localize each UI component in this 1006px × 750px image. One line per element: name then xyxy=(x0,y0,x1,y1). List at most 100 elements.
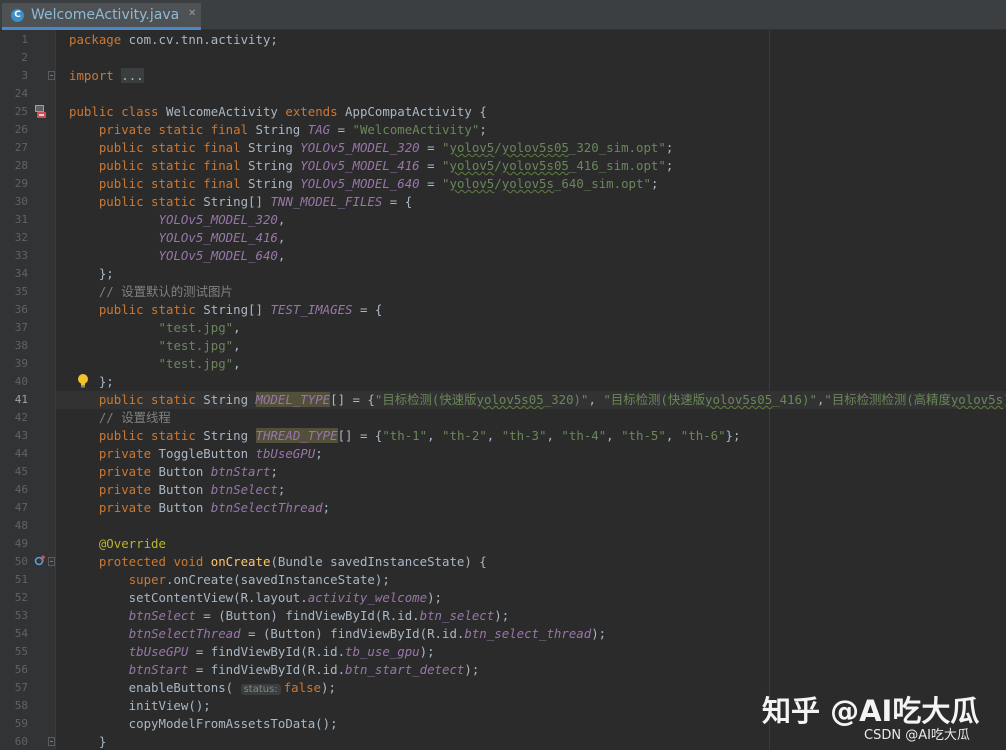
editor-tab-bar: C WelcomeActivity.java ✕ xyxy=(0,0,1006,30)
code-text: tbUseGPU = findViewById(R.id.tb_use_gpu)… xyxy=(128,644,435,659)
line-number: 2 xyxy=(21,51,28,64)
code-line[interactable]: 51 super.onCreate(savedInstanceState); xyxy=(15,571,1006,589)
line-number: 60 xyxy=(14,735,28,748)
line-number: 48 xyxy=(14,519,28,532)
code-text: import ... xyxy=(69,68,144,83)
line-number: 30 xyxy=(14,195,28,208)
code-line[interactable]: 29 public static final String YOLOv5_MOD… xyxy=(15,175,1006,193)
line-number: 27 xyxy=(14,141,28,154)
code-line[interactable]: 43 public static String THREAD_TYPE[] = … xyxy=(15,427,1006,445)
ide-window: C WelcomeActivity.java ✕ 1 package com.cv… xyxy=(0,0,1006,750)
java-class-icon: C xyxy=(11,9,24,22)
line-number-gutter[interactable] xyxy=(0,30,56,750)
code-text: @Override xyxy=(98,536,166,551)
file-tab-welcome-activity[interactable]: C WelcomeActivity.java ✕ xyxy=(2,3,201,30)
code-line[interactable]: 28 public static final String YOLOv5_MOD… xyxy=(15,157,1006,175)
line-number: 47 xyxy=(14,501,28,514)
line-number: 58 xyxy=(14,699,28,712)
line-number: 28 xyxy=(14,159,28,172)
code-text: }; xyxy=(69,266,114,281)
close-tab-icon[interactable]: ✕ xyxy=(188,8,196,19)
code-text: private Button btnStart; xyxy=(98,464,278,479)
code-text: private Button btnSelectThread; xyxy=(98,500,331,515)
code-line[interactable]: 52 setContentView(R.layout.activity_welc… xyxy=(15,589,1006,607)
code-line[interactable]: 3 import ... xyxy=(21,67,1006,85)
code-line[interactable]: 25 public class WelcomeActivity extends A… xyxy=(15,103,1006,121)
code-text: } xyxy=(69,734,107,749)
code-text: private ToggleButton tbUseGPU; xyxy=(98,446,323,461)
code-text: // 设置线程 xyxy=(98,410,171,425)
code-line[interactable]: 26 private static final String TAG = "We… xyxy=(15,121,1006,139)
code-line[interactable]: 49 @Override xyxy=(15,535,1006,553)
fold-marker-icon[interactable] xyxy=(48,71,55,80)
code-line[interactable]: 36 public static String[] TEST_IMAGES = … xyxy=(15,301,1006,319)
code-line[interactable]: 27 public static final String YOLOv5_MOD… xyxy=(15,139,1006,157)
code-line[interactable]: 53 btnSelect = (Button) findViewById(R.i… xyxy=(15,607,1006,625)
code-text: initView(); xyxy=(69,698,211,713)
code-line[interactable]: 45 private Button btnStart; xyxy=(15,463,1006,481)
code-line[interactable]: 31 YOLOv5_MODEL_320, xyxy=(15,211,1006,229)
line-number: 55 xyxy=(14,645,28,658)
line-number: 51 xyxy=(14,573,28,586)
code-line[interactable]: 41 public static String MODEL_TYPE[] = {… xyxy=(15,391,1006,409)
line-number: 24 xyxy=(14,87,28,100)
line-number: 41 xyxy=(14,393,28,406)
code-text: YOLOv5_MODEL_640, xyxy=(158,248,286,263)
code-line[interactable]: 44 private ToggleButton tbUseGPU; xyxy=(15,445,1006,463)
code-text: package com.cv.tnn.activity; xyxy=(69,32,278,47)
line-number: 44 xyxy=(14,447,28,460)
code-line[interactable]: 55 tbUseGPU = findViewById(R.id.tb_use_g… xyxy=(15,643,1006,661)
code-text: public static String THREAD_TYPE[] = {"t… xyxy=(98,428,741,443)
code-text: }; xyxy=(69,374,114,389)
line-number: 42 xyxy=(14,411,28,424)
code-text: public static final String YOLOv5_MODEL_… xyxy=(98,140,674,155)
line-number: 29 xyxy=(14,177,28,190)
line-number: 59 xyxy=(14,717,28,730)
code-line[interactable]: 35 // 设置默认的测试图片 xyxy=(15,283,1006,301)
code-line[interactable]: 33 YOLOv5_MODEL_640, xyxy=(15,247,1006,265)
code-line[interactable]: 34 }; xyxy=(15,265,1006,283)
code-line[interactable]: 40 }; xyxy=(15,373,1006,391)
code-line[interactable]: 46 private Button btnSelect; xyxy=(15,481,1006,499)
code-line[interactable]: 38 "test.jpg", xyxy=(15,337,1006,355)
code-line[interactable]: 42 // 设置线程 xyxy=(15,409,1006,427)
line-number: 54 xyxy=(14,627,28,640)
line-number: 50 xyxy=(14,555,28,568)
code-line[interactable]: 47 private Button btnSelectThread; xyxy=(15,499,1006,517)
override-method-icon[interactable] xyxy=(34,555,46,567)
line-number: 57 xyxy=(14,681,28,694)
line-number: 46 xyxy=(14,483,28,496)
code-text: btnSelectThread = (Button) findViewById(… xyxy=(128,626,607,641)
fold-marker-icon[interactable] xyxy=(48,737,55,746)
line-number: 52 xyxy=(14,591,28,604)
code-line[interactable]: 50 protected void onCreate(Bundle savedI… xyxy=(15,553,1006,571)
code-line[interactable]: 1 package com.cv.tnn.activity; xyxy=(21,31,1006,49)
line-number: 3 xyxy=(21,69,28,82)
code-text: public static final String YOLOv5_MODEL_… xyxy=(98,158,674,173)
line-number: 35 xyxy=(14,285,28,298)
line-number: 45 xyxy=(14,465,28,478)
line-number: 53 xyxy=(14,609,28,622)
code-line[interactable]: 56 btnStart = findViewById(R.id.btn_star… xyxy=(15,661,1006,679)
line-number: 1 xyxy=(21,33,28,46)
code-line[interactable]: 30 public static String[] TNN_MODEL_FILE… xyxy=(15,193,1006,211)
code-line[interactable]: 54 btnSelectThread = (Button) findViewBy… xyxy=(15,625,1006,643)
code-editor[interactable]: 1 package com.cv.tnn.activity; 2 3 import ..… xyxy=(15,30,1006,750)
line-number: 39 xyxy=(14,357,28,370)
run-activity-icon[interactable] xyxy=(34,103,50,119)
fold-marker-icon[interactable] xyxy=(48,557,55,566)
code-text: public static String[] TEST_IMAGES = { xyxy=(98,302,383,317)
code-text: btnStart = findViewById(R.id.btn_start_d… xyxy=(128,662,480,677)
code-line[interactable]: 2 xyxy=(21,49,1006,67)
code-text: public static String MODEL_TYPE[] = {"目标… xyxy=(98,392,1006,407)
code-line[interactable]: 32 YOLOv5_MODEL_416, xyxy=(15,229,1006,247)
code-line[interactable]: 37 "test.jpg", xyxy=(15,319,1006,337)
code-text: public static String[] TNN_MODEL_FILES =… xyxy=(98,194,413,209)
code-text: enableButtons( status: false); xyxy=(69,680,336,695)
code-line[interactable]: 39 "test.jpg", xyxy=(15,355,1006,373)
code-line[interactable]: 48 xyxy=(15,517,1006,535)
code-line[interactable]: 24 xyxy=(15,85,1006,103)
line-number: 36 xyxy=(14,303,28,316)
line-number: 33 xyxy=(14,249,28,262)
code-text: // 设置默认的测试图片 xyxy=(98,284,233,299)
